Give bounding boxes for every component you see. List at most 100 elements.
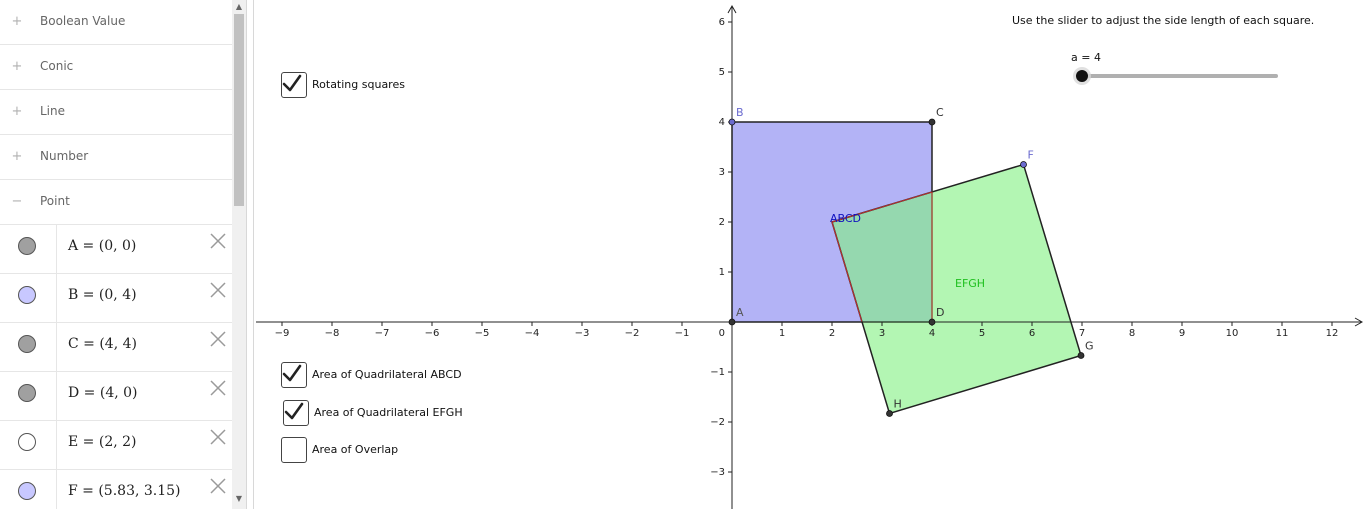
checkbox-box[interactable] bbox=[281, 72, 307, 98]
category-label: Boolean Value bbox=[40, 14, 126, 28]
category-point[interactable]: − Point bbox=[0, 180, 232, 225]
checkbox-label[interactable]: Area of Quadrilateral ABCD bbox=[312, 368, 462, 381]
expand-icon[interactable]: + bbox=[11, 15, 23, 28]
close-icon[interactable] bbox=[208, 427, 228, 447]
checkbox-area-of-quadrilateral-abcd[interactable]: Area of Quadrilateral ABCD bbox=[281, 362, 501, 388]
x-tick-label: 3 bbox=[879, 328, 885, 339]
category-label: Conic bbox=[40, 59, 74, 73]
point-h[interactable] bbox=[886, 410, 893, 417]
algebra-item[interactable]: B = (0, 4) bbox=[0, 274, 232, 323]
divider bbox=[56, 225, 57, 273]
checkbox-box[interactable] bbox=[281, 437, 307, 463]
point-d[interactable] bbox=[928, 318, 936, 326]
point-c[interactable] bbox=[928, 118, 936, 126]
algebra-item[interactable]: F = (5.83, 3.15) bbox=[0, 470, 232, 509]
close-icon[interactable] bbox=[208, 476, 228, 496]
checkbox-area-of-quadrilateral-efgh[interactable]: Area of Quadrilateral EFGH bbox=[283, 400, 503, 426]
point-label-g: G bbox=[1085, 340, 1094, 353]
checkbox-box[interactable] bbox=[281, 362, 307, 388]
x-tick-label: −9 bbox=[275, 328, 290, 339]
category-conic[interactable]: + Conic bbox=[0, 45, 232, 90]
visibility-toggle[interactable] bbox=[18, 286, 36, 304]
expand-icon[interactable]: + bbox=[11, 105, 23, 118]
category-line[interactable]: + Line bbox=[0, 90, 232, 135]
x-tick-label: 10 bbox=[1226, 328, 1239, 339]
checkbox-label[interactable]: Rotating squares bbox=[312, 78, 405, 91]
overlap-outline bbox=[831, 191, 933, 323]
visibility-toggle[interactable] bbox=[18, 384, 36, 402]
checkbox-label[interactable]: Area of Overlap bbox=[312, 443, 398, 456]
point-definition[interactable]: B = (0, 4) bbox=[68, 287, 137, 303]
scroll-thumb[interactable] bbox=[234, 14, 244, 206]
point-definition[interactable]: D = (4, 0) bbox=[68, 385, 138, 401]
visibility-toggle[interactable] bbox=[18, 237, 36, 255]
close-icon[interactable] bbox=[208, 329, 228, 349]
point-label-a: A bbox=[736, 306, 744, 319]
x-tick-label: −6 bbox=[425, 328, 440, 339]
point-definition[interactable]: A = (0, 0) bbox=[68, 238, 136, 254]
collapse-icon[interactable]: − bbox=[11, 195, 23, 208]
x-tick-label: 4 bbox=[929, 328, 935, 339]
x-tick-label: 9 bbox=[1179, 328, 1185, 339]
divider bbox=[56, 323, 57, 371]
polygon-label-efgh: EFGH bbox=[955, 277, 985, 290]
category-number[interactable]: + Number bbox=[0, 135, 232, 180]
checkbox-box[interactable] bbox=[283, 400, 309, 426]
divider bbox=[56, 372, 57, 420]
point-a[interactable] bbox=[728, 318, 736, 326]
point-b[interactable] bbox=[728, 118, 736, 126]
checkbox-rotating-squares[interactable]: Rotating squares bbox=[281, 72, 501, 98]
view-divider[interactable] bbox=[246, 0, 254, 509]
y-tick-label: 6 bbox=[719, 17, 725, 28]
category-boolean-value[interactable]: + Boolean Value bbox=[0, 0, 232, 45]
y-tick-label: 4 bbox=[719, 117, 725, 128]
checkbox-area-of-overlap[interactable]: Area of Overlap bbox=[281, 437, 501, 463]
point-definition[interactable]: C = (4, 4) bbox=[68, 336, 137, 352]
checkbox-label[interactable]: Area of Quadrilateral EFGH bbox=[314, 406, 463, 419]
slider-knob[interactable] bbox=[1076, 70, 1088, 82]
y-tick-label: −1 bbox=[710, 367, 725, 378]
point-definition[interactable]: F = (5.83, 3.15) bbox=[68, 483, 181, 499]
x-tick-label: −8 bbox=[325, 328, 340, 339]
algebra-item[interactable]: D = (4, 0) bbox=[0, 372, 232, 421]
point-label-h: H bbox=[894, 398, 902, 411]
check-icon bbox=[282, 364, 302, 382]
x-tick-label: 1 bbox=[779, 328, 785, 339]
polygon-efgh[interactable] bbox=[831, 163, 1082, 415]
x-tick-label: 7 bbox=[1079, 328, 1085, 339]
x-tick-label: 6 bbox=[1029, 328, 1035, 339]
y-tick-label: 5 bbox=[719, 67, 725, 78]
x-tick-label: −7 bbox=[375, 328, 390, 339]
algebra-scrollbar[interactable]: ▲ ▼ bbox=[232, 0, 246, 509]
point-label-b: B bbox=[736, 106, 744, 119]
visibility-toggle[interactable] bbox=[18, 482, 36, 500]
algebra-item[interactable]: E = (2, 2) bbox=[0, 421, 232, 470]
point-g[interactable] bbox=[1077, 352, 1085, 359]
scroll-up-icon[interactable]: ▲ bbox=[235, 3, 243, 11]
divider bbox=[56, 470, 57, 509]
polygon-abcd[interactable] bbox=[731, 121, 933, 323]
point-definition[interactable]: E = (2, 2) bbox=[68, 434, 137, 450]
check-icon bbox=[284, 402, 304, 420]
close-icon[interactable] bbox=[208, 378, 228, 398]
visibility-toggle[interactable] bbox=[18, 335, 36, 353]
y-tick-label: 1 bbox=[719, 267, 725, 278]
divider bbox=[56, 421, 57, 469]
x-tick-label: 5 bbox=[979, 328, 985, 339]
point-f[interactable] bbox=[1020, 161, 1027, 168]
algebra-list: + Boolean Value + Conic + Line + Number − Point A … bbox=[0, 0, 232, 509]
slider-knob-halo[interactable] bbox=[1073, 67, 1091, 85]
scroll-down-icon[interactable]: ▼ bbox=[235, 495, 243, 503]
close-icon[interactable] bbox=[208, 280, 228, 300]
x-tick-label: −5 bbox=[475, 328, 490, 339]
close-icon[interactable] bbox=[208, 231, 228, 251]
x-tick-label: 2 bbox=[829, 328, 835, 339]
y-axis-arrow bbox=[727, 4, 737, 14]
algebra-item[interactable]: A = (0, 0) bbox=[0, 225, 232, 274]
x-tick-label: 8 bbox=[1129, 328, 1135, 339]
point-label-f: F bbox=[1028, 149, 1034, 162]
visibility-toggle[interactable] bbox=[18, 433, 36, 451]
algebra-item[interactable]: C = (4, 4) bbox=[0, 323, 232, 372]
expand-icon[interactable]: + bbox=[11, 150, 23, 163]
expand-icon[interactable]: + bbox=[11, 60, 23, 73]
